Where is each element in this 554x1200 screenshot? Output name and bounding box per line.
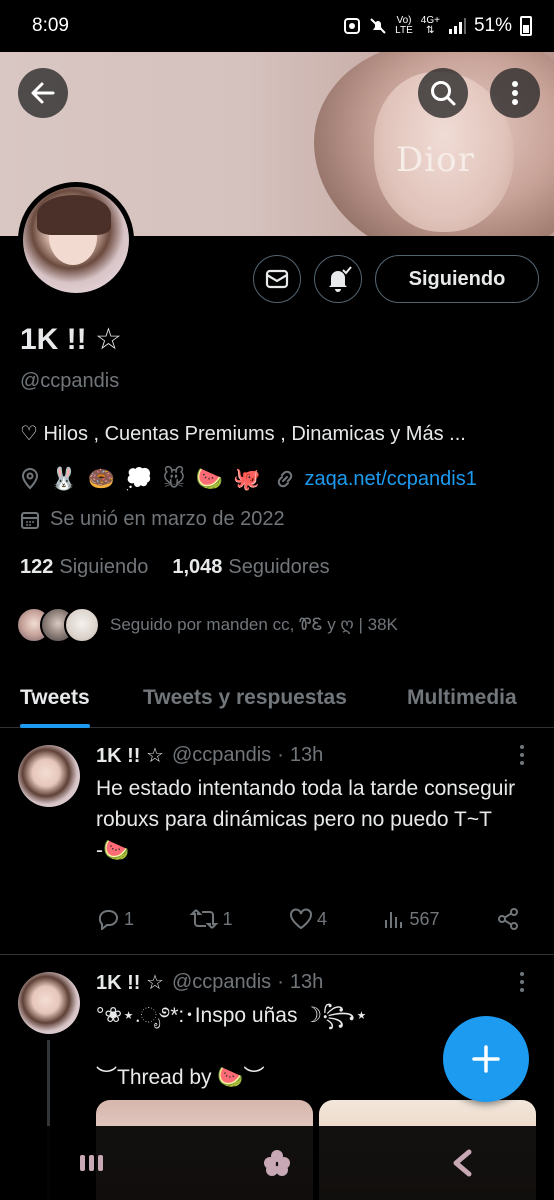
profile-handle: @ccpandis [20, 370, 120, 392]
reply-button[interactable]: 1 [96, 908, 134, 930]
views-icon [385, 912, 403, 928]
nav-home-button[interactable] [247, 1133, 307, 1193]
tweet-author-handle: @ccpandis [171, 744, 272, 766]
followers-count-link[interactable]: 1,048 Seguidores [172, 556, 329, 579]
tweet-author-name: 1K !! ☆ [96, 972, 164, 994]
like-count: 4 [316, 908, 327, 929]
profile-bio: ♡ Hilos , Cuentas Premiums , Dinamicas y… [20, 423, 466, 445]
following-count: 122 [20, 556, 54, 578]
system-nav-bar [0, 1126, 554, 1200]
tab-tweets[interactable]: Tweets [20, 668, 90, 728]
status-indicators: Vo) LTE 4G+ ⇅ 51% [343, 15, 532, 37]
profile-join-date-row: Se unió en marzo de 2022 [20, 508, 285, 531]
share-icon [497, 908, 518, 930]
search-button[interactable] [418, 68, 468, 118]
tweet-actions: 1 1 4 567 [96, 907, 520, 931]
display-name: 1K !! ☆ [20, 323, 122, 356]
message-button[interactable] [253, 255, 301, 303]
calendar-icon [21, 511, 39, 529]
following-label: Siguiendo [59, 556, 149, 578]
location-pin-icon [21, 468, 39, 490]
battery-percent: 51% [473, 15, 512, 36]
plus-icon [472, 1045, 500, 1073]
tweet-time: 13h [289, 744, 324, 766]
profile-join-date: Se unió en marzo de 2022 [50, 508, 285, 530]
like-button[interactable]: 4 [289, 908, 327, 930]
tab-media[interactable]: Multimedia [407, 668, 517, 728]
volte-indicator: Vo) LTE [395, 15, 413, 36]
tweet-separator: · [277, 971, 284, 993]
reply-icon [98, 910, 118, 930]
back-button[interactable] [18, 68, 68, 118]
data-indicator: 4G+ ⇅ [420, 15, 440, 36]
following-button[interactable]: Siguiendo [375, 255, 539, 303]
status-time: 8:09 [32, 15, 69, 36]
followers-count: 1,048 [172, 556, 223, 578]
banner-brand-text: Dior [396, 140, 475, 180]
notifications-button[interactable] [314, 255, 362, 303]
sync-icon [344, 18, 361, 34]
recents-icon [80, 1155, 104, 1171]
followed-by-text: Seguido por manden cc, ᏈᏋ y ღ | 38K [110, 615, 398, 634]
tab-tweets-and-replies[interactable]: Tweets y respuestas [143, 668, 347, 728]
views-button[interactable]: 567 [383, 908, 440, 930]
link-icon [278, 470, 293, 488]
reply-count: 1 [124, 908, 135, 929]
tweet-header: 1K !! ☆ @ccpandis · 13h [96, 743, 323, 768]
battery-icon [520, 16, 532, 36]
more-vertical-icon [512, 81, 518, 105]
home-icon [263, 1150, 290, 1176]
mutual-avatars [16, 607, 100, 643]
more-options-button[interactable] [490, 68, 540, 118]
profile-avatar[interactable] [18, 182, 134, 298]
retweet-count: 1 [222, 908, 233, 929]
profile-location: 🐰 🍩 💭 🐭 🍉 🐙 [50, 466, 263, 491]
following-count-link[interactable]: 122 Siguiendo [20, 556, 148, 579]
envelope-icon [265, 269, 289, 289]
follow-counts: 122 Siguiendo 1,048 Seguidores [20, 556, 330, 579]
tweet-text: He estado intentando toda la tarde conse… [96, 777, 516, 862]
tweet-author-name: 1K !! ☆ [96, 745, 164, 767]
profile-website-link[interactable]: zaqa.net/ccpandis1 [304, 468, 476, 491]
tweet-header: 1K !! ☆ @ccpandis · 13h [96, 970, 323, 995]
nav-back-button[interactable] [432, 1133, 492, 1193]
nav-recents-button[interactable] [62, 1133, 122, 1193]
search-icon [431, 81, 456, 106]
tweet-time: 13h [289, 971, 324, 993]
retweet-icon [190, 909, 219, 929]
tweet-more-icon[interactable] [516, 970, 528, 994]
compose-tweet-button[interactable] [443, 1016, 529, 1102]
profile-location-link-row: 🐰 🍩 💭 🐭 🍉 🐙 zaqa.net/ccpandis1 [20, 466, 477, 492]
profile-tabs: Tweets Tweets y respuestas Multimedia [0, 668, 554, 728]
tweet-author-handle: @ccpandis [171, 971, 272, 993]
arrow-left-icon [31, 82, 55, 104]
tweet-separator: · [277, 744, 284, 766]
tweet-avatar[interactable] [18, 972, 80, 1034]
status-bar: 8:09 Vo) LTE 4G+ ⇅ 51% [0, 0, 554, 52]
followers-label: Seguidores [228, 556, 330, 578]
share-button[interactable] [496, 907, 520, 931]
nav-back-icon [453, 1149, 472, 1177]
tweet-more-icon[interactable] [516, 743, 528, 767]
followed-by-row[interactable]: Seguido por manden cc, ᏈᏋ y ღ | 38K [16, 607, 398, 643]
mute-icon [370, 18, 386, 34]
heart-icon [289, 908, 312, 930]
retweet-button[interactable]: 1 [190, 908, 233, 930]
signal-icon [448, 18, 466, 34]
profile-avatar-image [23, 187, 129, 293]
mutual-avatar [64, 607, 100, 643]
bell-check-icon [329, 266, 352, 292]
tweet-avatar[interactable] [18, 745, 80, 807]
tweet[interactable]: 1K !! ☆ @ccpandis · 13h He estado intent… [0, 729, 554, 955]
views-count: 567 [409, 908, 440, 929]
